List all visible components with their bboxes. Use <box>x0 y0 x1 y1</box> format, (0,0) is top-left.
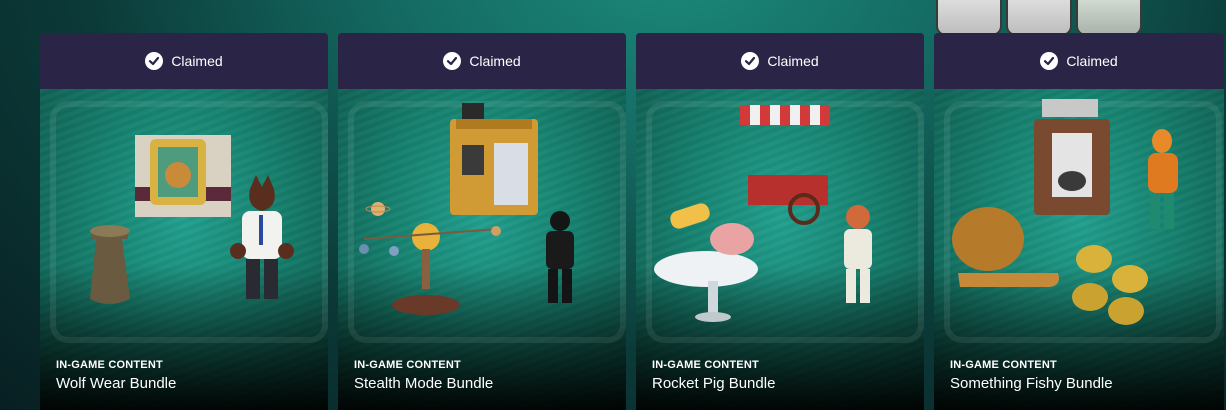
category-label: IN-GAME CONTENT <box>950 359 1057 371</box>
bundle-title[interactable]: Something Fishy Bundle <box>950 375 1113 392</box>
category-label: IN-GAME CONTENT <box>56 359 163 371</box>
status-label: Claimed <box>1066 53 1118 69</box>
checkmark-icon <box>145 52 164 70</box>
bundle-card-something-fishy[interactable]: Claimed IN-GAME CONTENT Something Fishy … <box>934 33 1224 410</box>
bundle-title[interactable]: Rocket Pig Bundle <box>652 375 775 392</box>
bundle-card-rocket-pig[interactable]: Claimed IN-GAME CONTENT Rocket Pig Bundl… <box>636 33 924 410</box>
bundle-card-list: Claimed IN-GAME CONTENT Wolf Wear Bundle… <box>40 33 1224 410</box>
bundle-title[interactable]: Wolf Wear Bundle <box>56 375 176 392</box>
status-label: Claimed <box>171 53 223 69</box>
claimed-status-bar: Claimed <box>636 33 924 89</box>
checkmark-icon <box>741 52 760 70</box>
claimed-status-bar: Claimed <box>338 33 626 89</box>
category-label: IN-GAME CONTENT <box>354 359 461 371</box>
checkmark-icon <box>443 52 462 70</box>
bundle-card-wolf-wear[interactable]: Claimed IN-GAME CONTENT Wolf Wear Bundle <box>40 33 328 410</box>
status-label: Claimed <box>767 53 819 69</box>
bundle-card-stealth-mode[interactable]: Claimed IN-GAME CONTENT Stealth Mode Bun… <box>338 33 626 410</box>
status-label: Claimed <box>469 53 521 69</box>
category-label: IN-GAME CONTENT <box>652 359 759 371</box>
bundle-title[interactable]: Stealth Mode Bundle <box>354 375 493 392</box>
claimed-status-bar: Claimed <box>934 33 1224 89</box>
claimed-status-bar: Claimed <box>40 33 328 89</box>
checkmark-icon <box>1040 52 1059 70</box>
